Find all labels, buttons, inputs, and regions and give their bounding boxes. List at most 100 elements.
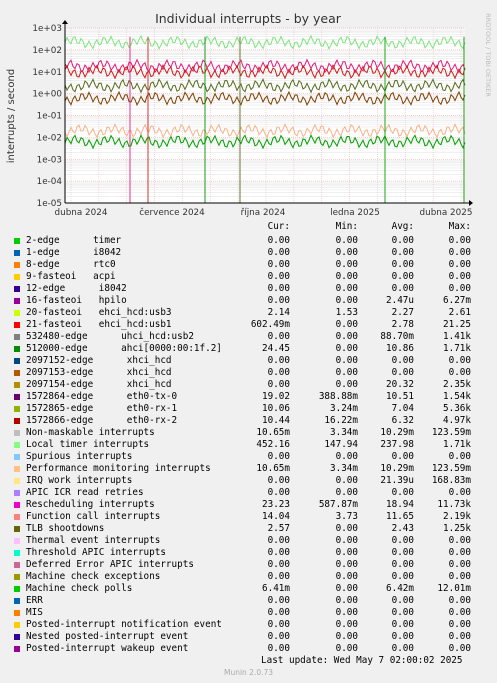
legend-max-value: 6.27m (443, 295, 471, 306)
legend-row: Machine check exceptions 0.00 0.00 0.00 0.00 (0, 571, 497, 583)
chart-title: Individual interrupts - by year (155, 11, 342, 26)
legend-swatch (14, 610, 20, 616)
legend-series-name: Threshold APIC interrupts (26, 547, 166, 558)
legend-swatch (14, 466, 20, 472)
legend-series-name: APIC ICR read retries (26, 487, 144, 498)
legend-series-name: 1-edge i8042 (26, 247, 122, 258)
legend-max-value: 0.00 (448, 643, 471, 654)
legend-row: 2097153-edge xhci_hcd 0.00 0.00 0.00 0.00 (0, 367, 497, 379)
legend-series-name: Deferred Error APIC interrupts (26, 559, 194, 570)
legend-row: 16-fasteoi hpilo 0.00 0.00 2.47u 6.27m (0, 295, 497, 307)
legend-swatch (14, 370, 20, 376)
legend-max-value: 0.00 (448, 607, 471, 618)
legend-row: Spurious interrupts 0.00 0.00 0.00 0.00 (0, 451, 497, 463)
legend-max-value: 21.25 (443, 319, 471, 330)
legend-swatch (14, 418, 20, 424)
legend-max-value: 0.00 (448, 631, 471, 642)
legend-swatch (14, 262, 20, 268)
legend-row: 2-edge timer 0.00 0.00 0.00 0.00 (0, 235, 497, 247)
legend-swatch (14, 238, 20, 244)
legend-series-name: MIS (26, 607, 43, 618)
legend-max-value: 0.00 (448, 259, 471, 270)
legend-series-name: Machine check exceptions (26, 571, 161, 582)
legend-swatch (14, 550, 20, 556)
y-axis-arrow (62, 20, 68, 24)
y-tick-label: 1e+02 (32, 46, 62, 56)
legend-max-value: 2.35k (443, 379, 471, 390)
legend-series-name: Thermal event interrupts (26, 535, 161, 546)
legend-max-value: 0.00 (448, 367, 471, 378)
legend-row: Nested posted-interrupt event 0.00 0.00 0.0… (0, 631, 497, 643)
legend-row: Machine check polls 6.41m 0.00 6.42m 12.01m (0, 583, 497, 595)
legend-row: APIC ICR read retries 0.00 0.00 0.00 0.00 (0, 487, 497, 499)
legend-max-value: 0.00 (448, 559, 471, 570)
legend-series-name: 21-fasteoi ehci_hcd:usb1 (26, 319, 172, 330)
legend-row: Performance monitoring interrupts 10.65m 3… (0, 463, 497, 475)
legend-row: IRQ work interrupts 0.00 0.00 21.39u 168.83m (0, 475, 497, 487)
legend-row: 512000-edge ahci[0000:00:1f.2] 24.45 0.00 1… (0, 343, 497, 355)
rrdtool-credit: RRDTOOL / TOBI OETIKER (484, 13, 492, 97)
legend-max-value: 2.19k (443, 511, 471, 522)
legend-series-name: 20-fasteoi ehci_hcd:usb3 (26, 307, 172, 318)
legend-series-name: Posted-interrupt notification event (26, 619, 222, 630)
legend-series-name: Nested posted-interrupt event (26, 631, 189, 642)
legend-max-value: 0.00 (448, 235, 471, 246)
legend-swatch (14, 634, 20, 640)
legend-max-value: 1.71k (443, 439, 471, 450)
legend-max-value: 1.71k (443, 343, 471, 354)
legend-series-name: 16-fasteoi hpilo (26, 295, 127, 306)
legend-row: Local timer interrupts 452.16 147.94 237.98… (0, 439, 497, 451)
legend-row: Posted-interrupt wakeup event 0.00 0.00 0.0… (0, 643, 497, 655)
legend-row: ERR 0.00 0.00 0.00 0.00 (0, 595, 497, 607)
legend-row: Rescheduling interrupts 23.23 587.87m 18.94… (0, 499, 497, 511)
y-axis-label: interrupts / second (6, 69, 17, 163)
legend-max-value: 0.00 (448, 451, 471, 462)
legend-max-value: 1.41k (443, 331, 471, 342)
legend-max-value: 0.00 (448, 355, 471, 366)
legend-swatch (14, 406, 20, 412)
legend-series-name: 9-fasteoi acpi (26, 271, 116, 282)
legend-row: Thermal event interrupts 0.00 0.00 0.00 0.00 (0, 535, 497, 547)
legend-series-name: Non-maskable interrupts (26, 427, 155, 438)
legend-swatch (14, 478, 20, 484)
legend-row: 1572866-edge eth0-rx-2 10.44 16.22m 6.32 4.9… (0, 415, 497, 427)
legend-max-value: 0.00 (448, 283, 471, 294)
legend-series-name: ERR (26, 595, 43, 606)
legend-swatch (14, 430, 20, 436)
legend-series-name: 2-edge timer (26, 235, 122, 246)
legend-swatch (14, 394, 20, 400)
legend-series-name: Local timer interrupts (26, 439, 150, 450)
legend-row: 1-edge i8042 0.00 0.00 0.00 0.00 (0, 247, 497, 259)
legend-max-value: 1.54k (443, 391, 471, 402)
legend-row: Deferred Error APIC interrupts 0.00 0.00 0.… (0, 559, 497, 571)
legend-row: 12-edge i8042 0.00 0.00 0.00 0.00 (0, 283, 497, 295)
legend-series-name: 2097153-edge xhci_hcd (26, 367, 172, 378)
legend-max-value: 11.73k (437, 499, 471, 510)
legend-series-name: Rescheduling interrupts (26, 499, 155, 510)
legend-swatch (14, 490, 20, 496)
legend-max-value: 0.00 (448, 547, 471, 558)
legend-row: 2097154-edge xhci_hcd 0.00 0.00 20.32 2.35k (0, 379, 497, 391)
legend-swatch (14, 310, 20, 316)
x-tick-label: dubna 2024 (55, 208, 108, 218)
x-axis-arrow (469, 200, 473, 206)
legend-swatch (14, 562, 20, 568)
legend-swatch (14, 358, 20, 364)
legend-row: 532480-edge uhci_hcd:usb2 0.00 0.00 88.70m 1… (0, 331, 497, 343)
legend-series-name: 2097154-edge xhci_hcd (26, 379, 172, 390)
y-tick-label: 1e-02 (37, 133, 62, 143)
legend-max-value: 1.25k (443, 523, 471, 534)
legend-row: Function call interrupts 14.04 3.73 11.65 2.… (0, 511, 497, 523)
legend-series-name: Posted-interrupt wakeup event (26, 643, 189, 654)
legend-max-value: 168.83m (431, 475, 471, 486)
legend-series-name: Function call interrupts (26, 511, 161, 522)
legend-max-value: 0.00 (448, 247, 471, 258)
legend-swatch (14, 346, 20, 352)
legend-swatch (14, 646, 20, 652)
legend-swatch (14, 526, 20, 532)
legend-swatch (14, 454, 20, 460)
legend-max-value: 0.00 (448, 619, 471, 630)
legend-swatch (14, 250, 20, 256)
legend-row: 20-fasteoi ehci_hcd:usb3 2.14 1.53 2.27 2.61 (0, 307, 497, 319)
x-tick-label: října 2024 (241, 208, 286, 218)
